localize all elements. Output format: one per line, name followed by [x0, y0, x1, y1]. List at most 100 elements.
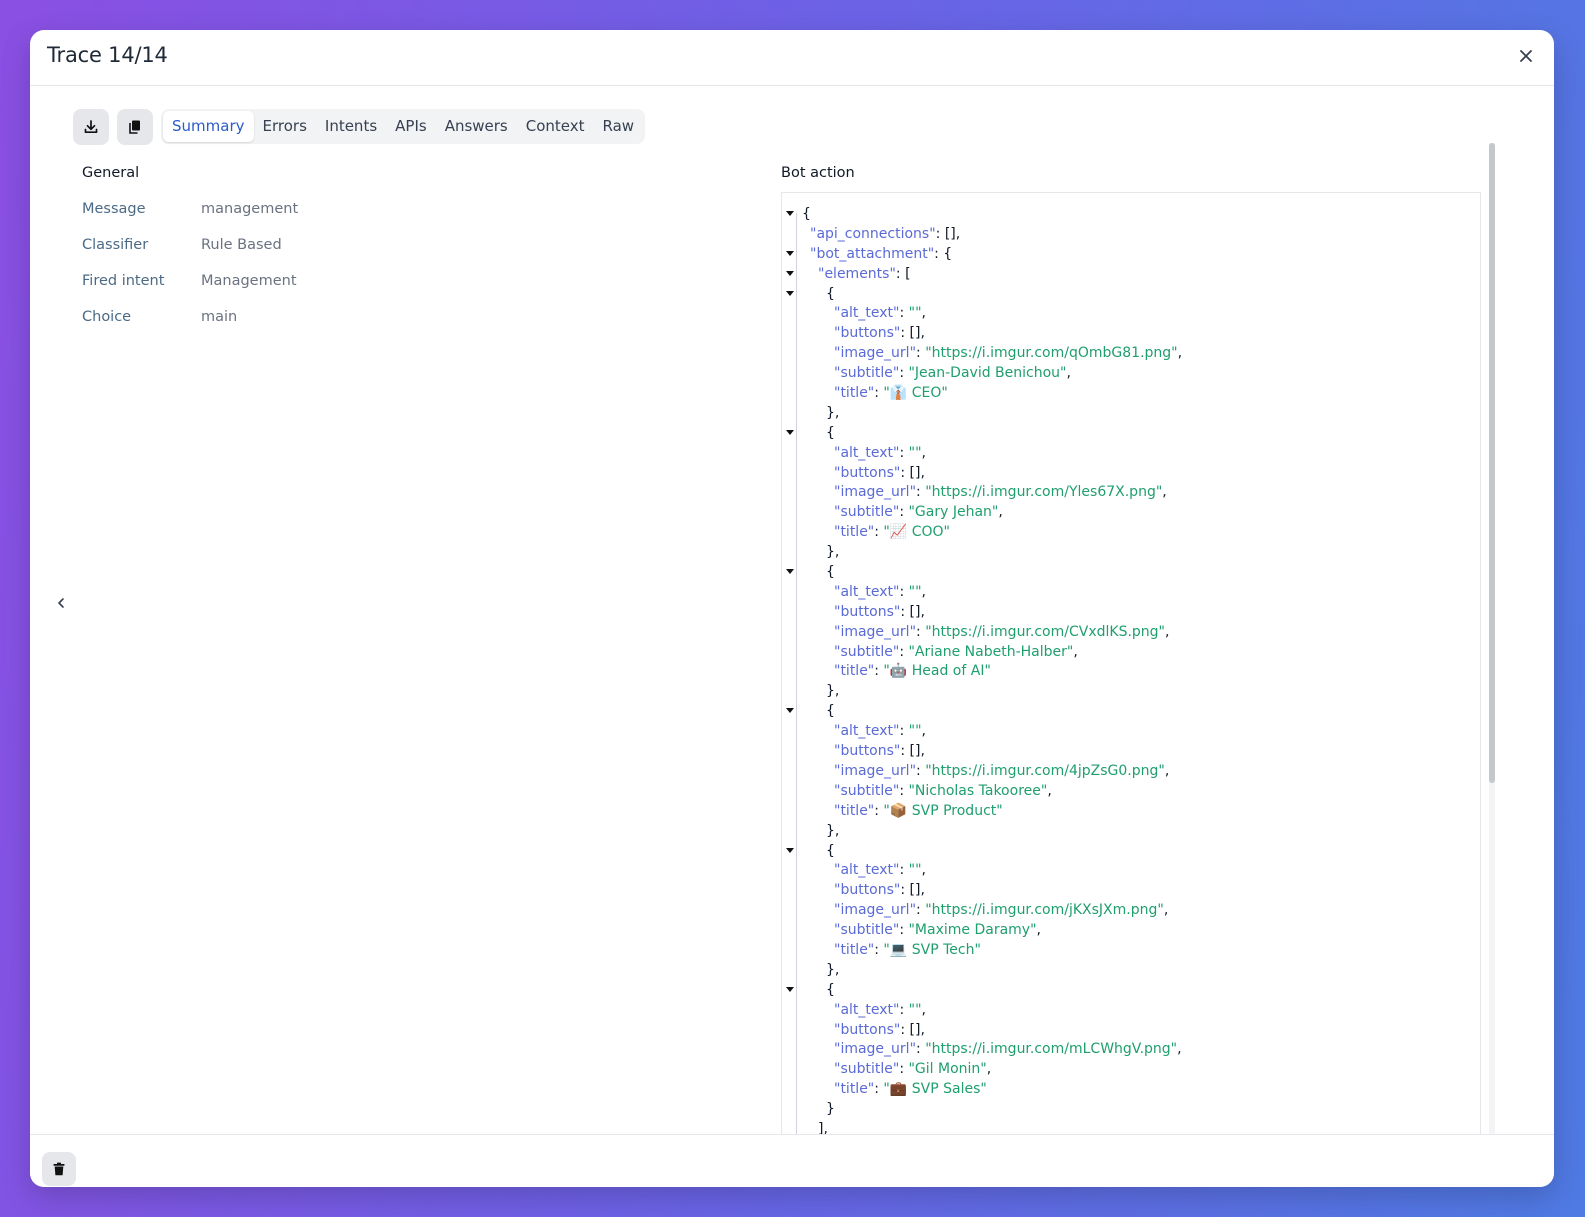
copy-icon	[129, 120, 140, 134]
json-line-content: "buttons": [],	[834, 880, 925, 900]
json-punct: },	[826, 822, 840, 839]
collapse-toggle-icon[interactable]	[786, 429, 794, 435]
collapse-toggle-icon[interactable]	[786, 211, 794, 216]
json-key: "title"	[834, 941, 875, 958]
json-line: "image_url": "https://i.imgur.com/jKXsJX…	[782, 900, 1480, 920]
json-string: "📦 SVP Product"	[883, 802, 1003, 819]
tab-intents[interactable]: Intents	[316, 111, 386, 142]
collapse-panel-button[interactable]	[53, 595, 69, 611]
json-line-content: "subtitle": "Jean-David Benichou",	[834, 363, 1071, 383]
json-line-content: "buttons": [],	[834, 1020, 925, 1040]
json-line: {	[782, 284, 1480, 304]
copy-button[interactable]	[117, 108, 153, 145]
json-punct: ,	[1164, 762, 1170, 779]
json-string: "👔 CEO"	[883, 385, 948, 402]
json-string: "Jean-David Benichou"	[908, 365, 1067, 382]
json-line-content: {	[826, 562, 835, 582]
json-string: "https://i.imgur.com/CVxdlKS.png"	[925, 623, 1165, 640]
json-line: {	[782, 701, 1480, 721]
collapse-toggle-icon[interactable]	[786, 986, 794, 992]
json-line: "image_url": "https://i.imgur.com/4jpZsG…	[782, 761, 1480, 781]
json-line: "image_url": "https://i.imgur.com/mLCWhg…	[782, 1039, 1480, 1059]
json-key: "title"	[834, 1081, 875, 1098]
json-punct: : [],	[900, 743, 925, 760]
json-punct: : [],	[900, 882, 925, 899]
json-line: "alt_text": "",	[782, 1000, 1480, 1020]
json-line-content: "image_url": "https://i.imgur.com/Yles67…	[834, 482, 1167, 502]
json-key: "api_connections"	[810, 225, 936, 242]
collapse-toggle-icon[interactable]	[786, 847, 794, 853]
tab-summary[interactable]: Summary	[163, 111, 254, 142]
json-punct: ,	[1066, 365, 1071, 382]
json-line: "api_connections": [],	[782, 224, 1480, 244]
json-punct: :	[916, 345, 926, 362]
json-string: ""	[908, 723, 922, 740]
json-string: ""	[908, 305, 922, 322]
json-punct: :	[916, 623, 926, 640]
scrollbar-thumb[interactable]	[1489, 143, 1495, 783]
json-string: ""	[908, 1001, 922, 1018]
tab-apis[interactable]: APIs	[386, 111, 436, 142]
json-line-content: "title": "📈 COO"	[834, 522, 950, 542]
json-line-content: "title": "💼 SVP Sales"	[834, 1079, 987, 1099]
json-line-content: "image_url": "https://i.imgur.com/4jpZsG…	[834, 761, 1169, 781]
json-punct: {	[826, 564, 835, 581]
general-value: Rule Based	[201, 237, 282, 253]
collapse-toggle-icon[interactable]	[786, 569, 794, 575]
download-button[interactable]	[73, 108, 109, 145]
json-key: "image_url"	[834, 902, 917, 919]
json-punct: : [],	[900, 325, 925, 342]
json-punct: : [],	[900, 603, 925, 620]
json-line: },	[782, 821, 1480, 841]
json-key: "alt_text"	[834, 583, 900, 600]
json-key: "buttons"	[834, 464, 901, 481]
json-string: "Gil Monin"	[908, 1061, 987, 1078]
json-line: "subtitle": "Ariane Nabeth-Halber",	[782, 642, 1480, 662]
general-title: General	[82, 165, 140, 181]
json-line-content: {	[826, 701, 835, 721]
scrollbar[interactable]	[1489, 143, 1495, 1183]
collapse-toggle-icon[interactable]	[786, 708, 794, 714]
collapse-toggle-icon[interactable]	[786, 250, 794, 256]
json-line-content: "image_url": "https://i.imgur.com/mLCWhg…	[834, 1039, 1182, 1059]
tab-bar: Summary Errors Intents APIs Answers Cont…	[161, 109, 646, 144]
json-line-content: },	[826, 403, 839, 423]
json-punct: ,	[921, 583, 926, 600]
json-punct: : {	[934, 245, 953, 262]
tab-errors[interactable]: Errors	[254, 111, 316, 142]
json-line-content: "title": "📦 SVP Product"	[834, 801, 1003, 821]
json-key: "title"	[834, 524, 875, 541]
delete-button[interactable]	[42, 1152, 76, 1186]
json-line: "alt_text": "",	[782, 582, 1480, 602]
json-line: {	[782, 980, 1480, 1000]
json-punct: :	[916, 484, 926, 501]
json-line: "alt_text": "",	[782, 303, 1480, 323]
json-punct: },	[826, 544, 840, 561]
json-line-content: {	[826, 284, 835, 304]
json-line-content: "image_url": "https://i.imgur.com/CVxdlK…	[834, 622, 1169, 642]
tab-context[interactable]: Context	[517, 111, 594, 142]
json-key: "subtitle"	[834, 504, 900, 521]
json-key: "subtitle"	[834, 1061, 900, 1078]
trash-icon	[53, 1162, 65, 1176]
json-key: "buttons"	[834, 603, 901, 620]
json-line-content: {	[826, 841, 835, 861]
collapse-toggle-icon[interactable]	[786, 290, 794, 296]
json-punct: :	[899, 723, 909, 740]
tab-raw[interactable]: Raw	[594, 111, 644, 142]
json-key: "buttons"	[834, 882, 901, 899]
json-punct: ,	[1047, 782, 1052, 799]
json-punct: ,	[1163, 902, 1169, 919]
json-punct: ,	[998, 504, 1003, 521]
json-string: ""	[908, 444, 922, 461]
chevron-left-icon	[58, 598, 64, 608]
tab-answers[interactable]: Answers	[436, 111, 517, 142]
collapse-toggle-icon[interactable]	[786, 270, 794, 276]
json-punct: : [],	[900, 1021, 925, 1038]
json-key: "alt_text"	[834, 723, 900, 740]
json-key: "subtitle"	[834, 922, 900, 939]
json-line: "title": "📦 SVP Product"	[782, 801, 1480, 821]
json-line-content: "image_url": "https://i.imgur.com/qOmbG8…	[834, 343, 1182, 363]
close-button[interactable]	[1514, 44, 1538, 68]
json-punct: ,	[1036, 922, 1041, 939]
